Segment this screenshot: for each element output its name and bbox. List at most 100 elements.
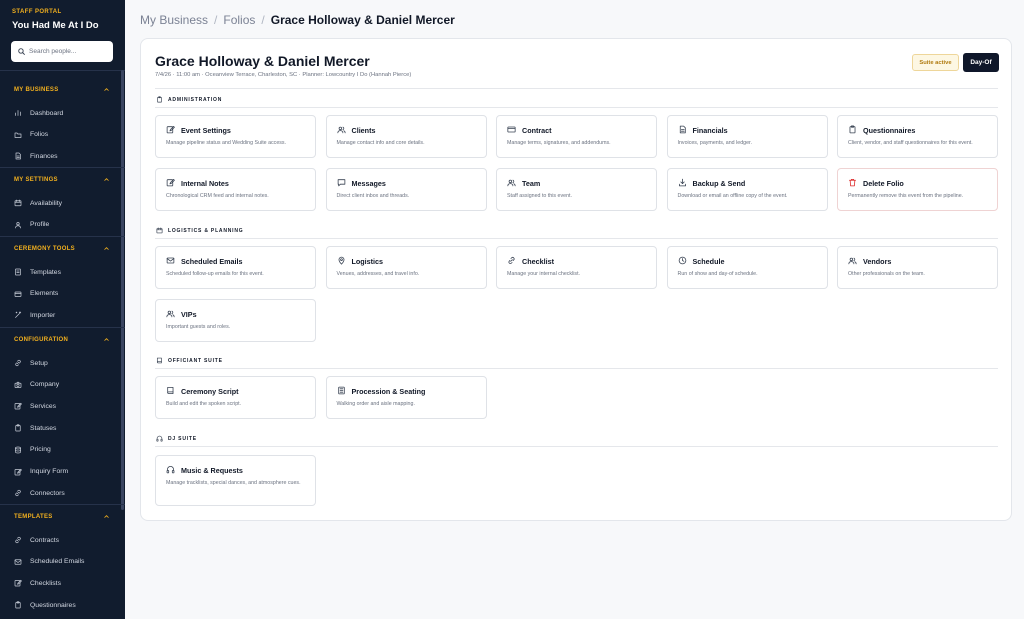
sidebar-scrollbar[interactable] [121,70,124,510]
users-icon [166,310,175,318]
sidebar-item-label: Connectors [30,489,65,497]
card-messages[interactable]: Messages Direct client inbox and threads. [325,168,487,211]
sidebar-divider [0,167,125,168]
card-backup-and-send[interactable]: Backup & Send Download or email an offlin… [666,168,828,211]
card-title: Messages [351,179,386,188]
sidebar-item-label: Templates [30,268,61,276]
sidebar-item-pricing[interactable]: Pricing [14,443,114,457]
card-title: Checklist [522,257,554,266]
group-title-dj-suite: DJ SUITE [156,435,197,442]
sidebar-item-label: Pricing [30,446,51,454]
card-description: Scheduled follow-up emails for this even… [166,271,264,277]
card-title: VIPs [181,310,197,319]
card-event-settings[interactable]: Event Settings Manage pipeline status and… [155,115,316,158]
pin-icon [338,256,344,265]
breadcrumb-current: Grace Holloway & Daniel Mercer [270,13,455,27]
search-box[interactable] [11,41,113,62]
card-description: Permanently remove this event from the p… [848,193,964,199]
sidebar-item-label: Scheduled Emails [30,558,85,566]
card-title: Contract [522,126,552,135]
sidebar-section-my-settings[interactable]: MY SETTINGS [14,176,110,183]
breadcrumb-folios[interactable]: Folios [223,13,255,27]
group-title-text: OFFICIANT SUITE [168,357,223,364]
sidebar-item-folios[interactable]: Folios [14,128,114,142]
sidebar-item-inquiry-form[interactable]: Inquiry Form [14,465,114,479]
book-icon [156,357,162,364]
card-description: Staff assigned to this event. [507,193,572,199]
group-title-administration: ADMINISTRATION [156,96,222,103]
sidebar-item-finances[interactable]: Finances [14,149,114,163]
sidebar-section-ceremony-tools[interactable]: CEREMONY TOOLS [14,245,110,252]
sidebar-section-templates[interactable]: TEMPLATES [14,513,110,520]
card-description: Direct client inbox and threads. [336,193,410,199]
sidebar-divider [0,70,125,71]
card-contract[interactable]: Contract Manage terms, signatures, and ad… [496,115,657,158]
sidebar-item-contracts[interactable]: Contracts [14,533,114,547]
card-procession-and-seating[interactable]: Procession & Seating Walking order and ai… [325,376,487,419]
status-badge: Suite active [912,54,959,71]
breadcrumb-my-business[interactable]: My Business [140,13,208,27]
link-icon [15,490,21,497]
document-icon [15,153,21,160]
chevron-up-icon [104,247,109,250]
sidebar: STAFF PORTAL You Had Me At I Do MY BUSIN… [0,0,125,619]
sidebar-item-templates[interactable]: Templates [14,265,114,279]
card-checklist[interactable]: Checklist Manage your internal checklist. [496,246,657,289]
card-description: Manage tracklists, special dances, and a… [166,480,301,486]
header-divider [155,88,998,89]
chevron-up-icon [104,88,109,91]
card-financials[interactable]: Financials Invoices, payments, and ledger… [666,115,828,158]
card-scheduled-emails[interactable]: Scheduled Emails Scheduled follow-up emai… [155,246,316,289]
sidebar-item-label: Importer [30,311,56,319]
card-vendors[interactable]: Vendors Other professionals on the team. [837,246,998,289]
sidebar-item-label: Folios [30,131,49,139]
card-clients[interactable]: Clients Manage contact info and core deta… [325,115,487,158]
card-music-and-requests[interactable]: Music & Requests Manage tracklists, speci… [155,455,316,506]
sidebar-item-label: Company [30,381,60,389]
sidebar-section-title: CEREMONY TOOLS [14,245,75,252]
user-icon [15,221,21,229]
edit-icon [14,580,22,587]
card-questionnaires[interactable]: Questionnaires Client, vendor, and staff … [837,115,998,158]
message-icon [337,179,345,187]
sidebar-item-availability[interactable]: Availability [14,196,114,210]
sidebar-item-dashboard[interactable]: Dashboard [14,106,114,120]
breadcrumb: My Business / Folios / Grace Holloway & … [140,13,455,27]
clipboard-icon [849,125,856,134]
sidebar-section-configuration[interactable]: CONFIGURATION [14,336,110,343]
card-logistics[interactable]: Logistics Venues, addresses, and travel i… [325,246,487,289]
card-ceremony-script[interactable]: Ceremony Script Build and edit the spoken… [155,376,316,419]
sidebar-item-connectors[interactable]: Connectors [14,486,114,500]
calendar-icon [156,227,163,234]
sidebar-item-profile[interactable]: Profile [14,218,114,232]
card-team[interactable]: Team Staff assigned to this event. [496,168,657,211]
headphones-icon [166,466,175,474]
sidebar-item-statuses[interactable]: Statuses [14,421,114,435]
card-description: Download or email an offline copy of the… [677,193,788,199]
sidebar-item-setup[interactable]: Setup [14,356,114,370]
sidebar-divider [0,504,125,505]
card-title: Procession & Seating [351,387,426,396]
sidebar-item-scheduled-emails[interactable]: Scheduled Emails [14,555,114,569]
sidebar-item-questionnaires[interactable]: Questionnaires [14,598,114,612]
search-input[interactable] [29,48,109,55]
card-description: Run of show and day-of schedule. [677,271,758,277]
sidebar-item-importer[interactable]: Importer [14,308,114,322]
card-title: Scheduled Emails [181,257,243,266]
sidebar-item-company[interactable]: Company [14,378,114,392]
edit-icon [14,468,22,475]
day-of-button[interactable]: Day-Of [963,53,999,72]
card-vips[interactable]: VIPs Important guests and roles. [155,299,316,342]
sidebar-item-elements[interactable]: Elements [14,287,114,301]
card-internal-notes[interactable]: Internal Notes Chronological CRM feed and… [155,168,316,211]
card-description: Build and edit the spoken script. [166,401,242,407]
sidebar-section-title: MY BUSINESS [14,86,59,93]
sidebar-section-my-business[interactable]: MY BUSINESS [14,86,110,93]
card-schedule[interactable]: Schedule Run of show and day-of schedule. [666,246,828,289]
edit-icon [166,126,175,134]
sidebar-item-label: Profile [30,221,50,229]
sidebar-item-checklists[interactable]: Checklists [14,576,114,590]
group-title-text: DJ SUITE [168,435,197,442]
sidebar-item-services[interactable]: Services [14,399,114,413]
card-delete-folio[interactable]: Delete Folio Permanently remove this even… [837,168,998,211]
